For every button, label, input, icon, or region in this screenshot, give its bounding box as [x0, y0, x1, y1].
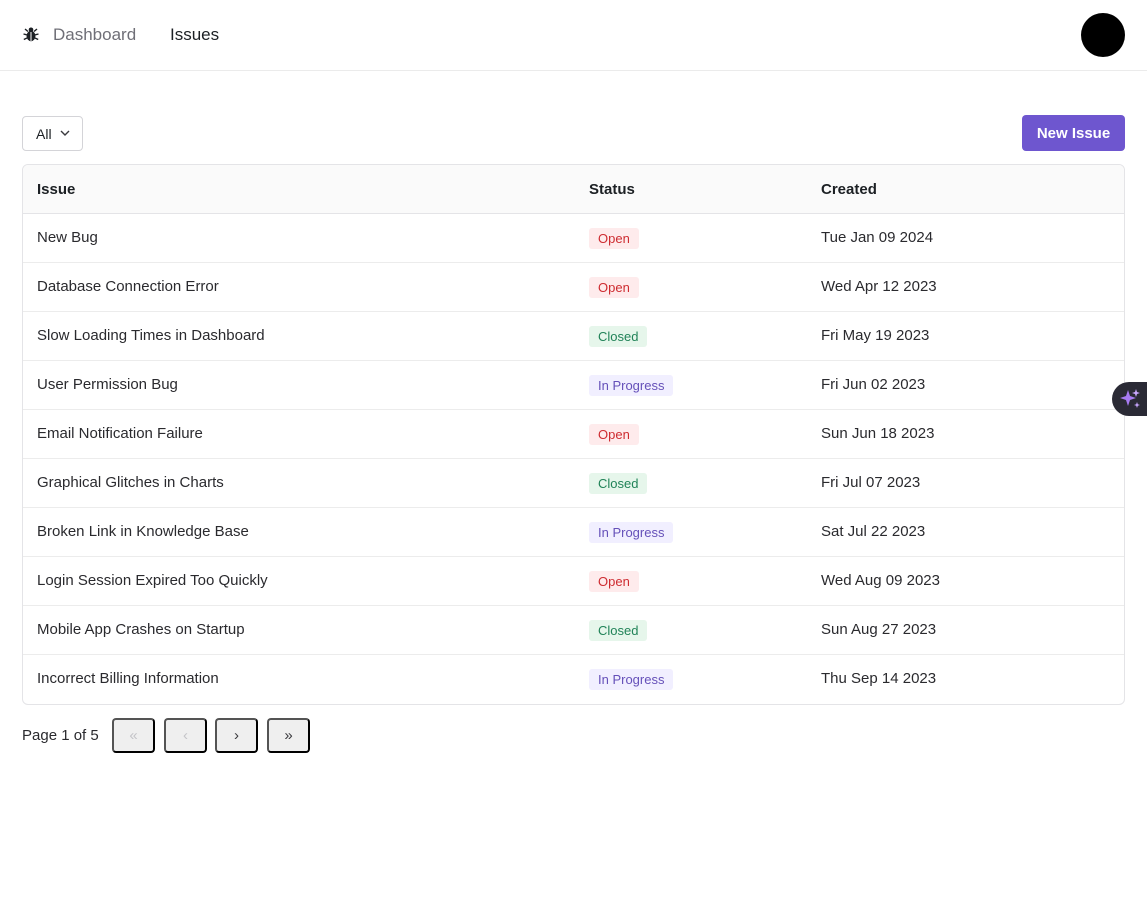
issue-title-link[interactable]: Email Notification Failure [37, 425, 203, 442]
issue-title-link[interactable]: New Bug [37, 229, 98, 246]
status-filter-select[interactable]: All [22, 116, 83, 151]
created-date: Tue Jan 09 2024 [821, 229, 934, 246]
status-badge: Closed [589, 620, 648, 641]
table-header: Issue Status Created [23, 165, 1124, 214]
issue-title-link[interactable]: Login Session Expired Too Quickly [37, 572, 268, 589]
table-row[interactable]: User Permission Bug In Progress Fri Jun 02… [23, 361, 1124, 410]
first-page-button[interactable]: « [112, 718, 155, 753]
issue-title-link[interactable]: Graphical Glitches in Charts [37, 474, 224, 491]
column-header-status[interactable]: Status [589, 181, 635, 198]
chevron-down-icon [60, 130, 70, 136]
table-row[interactable]: Email Notification Failure Open Sun Jun 18… [23, 410, 1124, 459]
issue-title-link[interactable]: User Permission Bug [37, 376, 178, 393]
status-filter-value: All [36, 125, 52, 142]
table-row[interactable]: Database Connection Error Open Wed Apr 12 … [23, 263, 1124, 312]
created-date: Fri Jul 07 2023 [821, 474, 921, 491]
status-badge: Open [589, 424, 639, 445]
issue-title-link[interactable]: Incorrect Billing Information [37, 670, 219, 687]
issue-title-link[interactable]: Mobile App Crashes on Startup [37, 621, 245, 638]
sparkles-icon [1120, 389, 1140, 408]
table-row[interactable]: Graphical Glitches in Charts Closed Fri Ju… [23, 459, 1124, 508]
issues-table: Issue Status Created New Bug Open Tue Jan … [22, 164, 1125, 705]
table-row[interactable]: New Bug Open Tue Jan 09 2024 [23, 214, 1124, 263]
bug-icon[interactable] [22, 25, 40, 43]
table-row[interactable]: Login Session Expired Too Quickly Open Wed… [23, 557, 1124, 606]
status-badge: In Progress [589, 522, 674, 543]
created-date: Fri Jun 02 2023 [821, 376, 926, 393]
page-indicator: Page 1 of 5 [22, 727, 99, 744]
assistant-button[interactable] [1112, 382, 1147, 416]
status-badge: Open [589, 571, 639, 592]
nav-link-issues[interactable]: Issues [170, 24, 219, 46]
created-date: Thu Sep 14 2023 [821, 670, 937, 687]
top-navbar: Dashboard Issues [0, 0, 1147, 71]
last-page-button[interactable]: » [267, 718, 310, 753]
issue-title-link[interactable]: Broken Link in Knowledge Base [37, 523, 249, 540]
status-badge: Closed [589, 326, 648, 347]
created-date: Fri May 19 2023 [821, 327, 930, 344]
status-badge: Open [589, 228, 639, 249]
issue-title-link[interactable]: Database Connection Error [37, 278, 219, 295]
column-header-issue[interactable]: Issue [37, 181, 75, 198]
created-date: Sun Aug 27 2023 [821, 621, 937, 638]
issue-title-link[interactable]: Slow Loading Times in Dashboard [37, 327, 265, 344]
status-badge: Open [589, 277, 639, 298]
status-badge: Closed [589, 473, 648, 494]
nav-link-dashboard[interactable]: Dashboard [53, 24, 136, 46]
avatar[interactable] [1081, 13, 1125, 57]
created-date: Sat Jul 22 2023 [821, 523, 926, 540]
table-row[interactable]: Incorrect Billing Information In Progress… [23, 655, 1124, 704]
created-date: Wed Apr 12 2023 [821, 278, 937, 295]
created-date: Sun Jun 18 2023 [821, 425, 935, 442]
column-header-created[interactable]: Created [821, 181, 877, 198]
new-issue-button[interactable]: New Issue [1022, 115, 1125, 151]
status-badge: In Progress [589, 669, 674, 690]
status-badge: In Progress [589, 375, 674, 396]
previous-page-button[interactable]: ‹ [164, 718, 207, 753]
created-date: Wed Aug 09 2023 [821, 572, 940, 589]
table-row[interactable]: Mobile App Crashes on Startup Closed Sun A… [23, 606, 1124, 655]
table-row[interactable]: Broken Link in Knowledge Base In Progress… [23, 508, 1124, 557]
table-row[interactable]: Slow Loading Times in Dashboard Closed Fri… [23, 312, 1124, 361]
next-page-button[interactable]: › [215, 718, 258, 753]
